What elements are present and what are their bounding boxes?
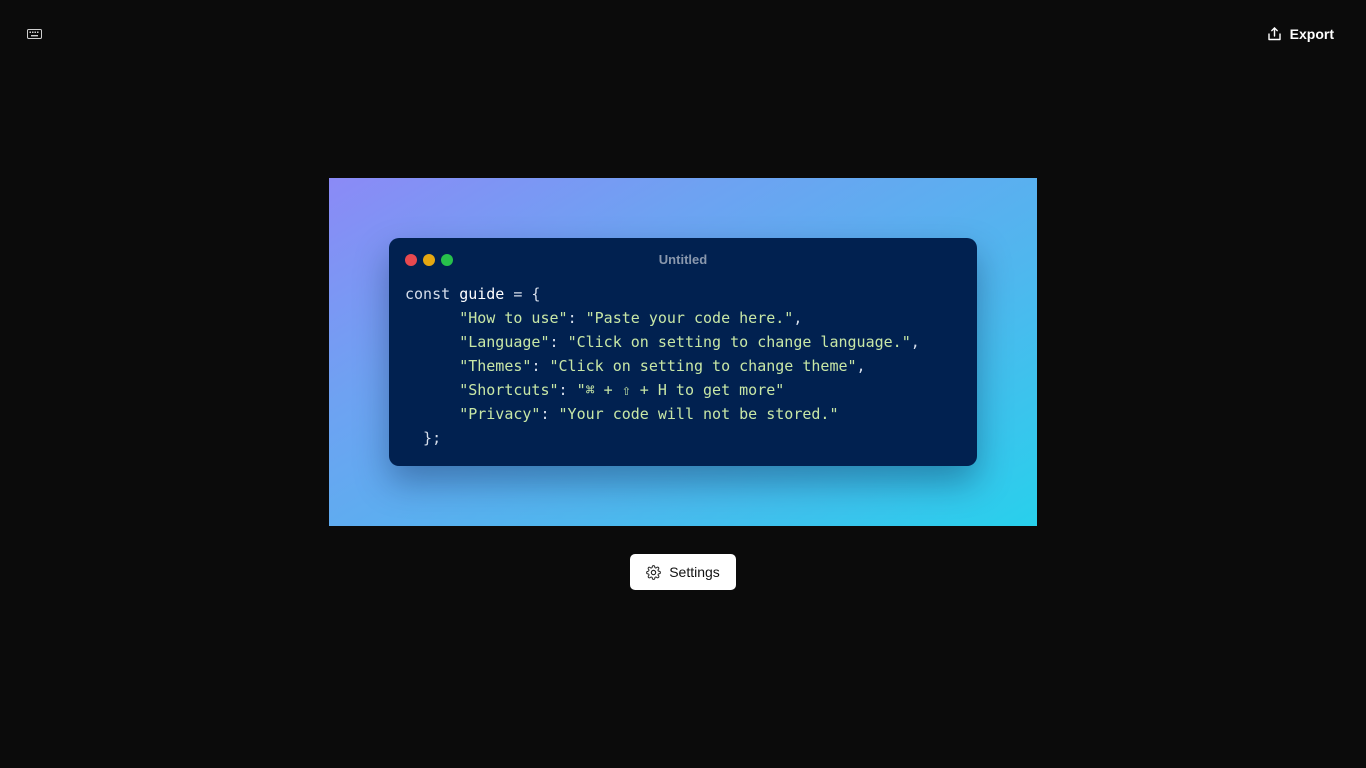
code-line: const guide = { [405, 282, 961, 306]
code-token: "Themes" [459, 357, 532, 375]
code-window: Untitled const guide = { "How to use": "… [389, 238, 977, 466]
code-token: , [793, 309, 803, 327]
keyboard-icon [26, 29, 42, 39]
snippet-canvas: Untitled const guide = { "How to use": "… [329, 178, 1037, 526]
code-line: "Themes": "Click on setting to change th… [405, 354, 961, 378]
code-token: , [910, 333, 920, 351]
code-line: }; [405, 426, 961, 450]
code-token: "Language" [459, 333, 550, 351]
code-token: = { [504, 285, 541, 303]
code-line: "Shortcuts": "⌘ + ⇧ + H to get more" [405, 378, 961, 402]
code-token: : [531, 357, 550, 375]
code-token: : [567, 309, 586, 327]
code-token: "Paste your code here." [585, 309, 794, 327]
code-token: "Click on setting to change language." [567, 333, 911, 351]
code-editor[interactable]: const guide = { "How to use": "Paste you… [389, 282, 977, 450]
code-line: "Privacy": "Your code will not be stored… [405, 402, 961, 426]
code-line: "Language": "Click on setting to change … [405, 330, 961, 354]
code-token: guide [459, 285, 505, 303]
keyboard-shortcuts-button[interactable] [20, 22, 48, 46]
window-title[interactable]: Untitled [389, 252, 977, 267]
code-token: : [540, 405, 559, 423]
share-icon [1267, 27, 1281, 41]
window-header: Untitled [389, 238, 977, 282]
gear-icon [646, 564, 662, 580]
code-token: "Click on setting to change theme" [549, 357, 857, 375]
settings-label: Settings [669, 564, 720, 580]
code-token: "Your code will not be stored." [558, 405, 839, 423]
app-root: Export Untitled const guide = { "How to … [0, 0, 1366, 768]
code-token: }; [405, 429, 442, 447]
code-line: "How to use": "Paste your code here.", [405, 306, 961, 330]
export-button[interactable]: Export [1258, 20, 1344, 48]
code-token: "Shortcuts" [459, 381, 559, 399]
code-token: "⌘ + ⇧ + H to get more" [576, 381, 785, 399]
code-token: : [558, 381, 577, 399]
settings-button[interactable]: Settings [630, 554, 736, 590]
export-label: Export [1289, 26, 1334, 42]
code-token: const [405, 285, 460, 303]
code-token: "How to use" [459, 309, 568, 327]
code-token: : [549, 333, 568, 351]
code-token: , [856, 357, 866, 375]
code-token: "Privacy" [459, 405, 541, 423]
